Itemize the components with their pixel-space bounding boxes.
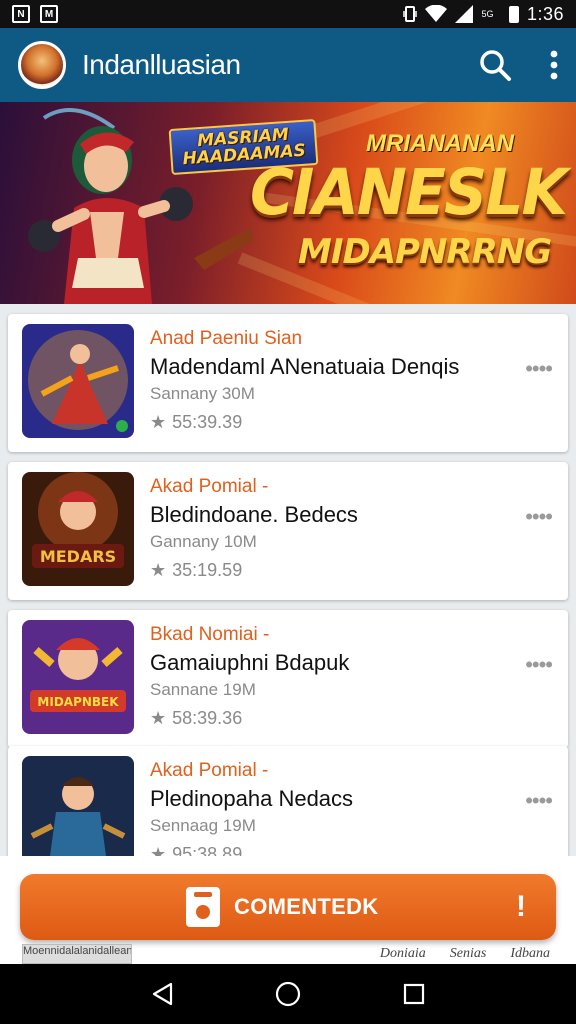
wifi-icon — [425, 5, 448, 22]
footer-logo: Moennidalalanidalleann — [22, 944, 132, 964]
notification-app-icon: N — [12, 5, 30, 23]
item-rating-row: ★ 55:39.39 — [150, 412, 242, 433]
star-icon: ★ — [150, 708, 167, 728]
game-thumbnail[interactable]: MEDARS — [22, 472, 134, 586]
footer-link[interactable]: Doniaia — [380, 946, 426, 962]
signal-icon — [455, 5, 474, 23]
vibrate-icon — [403, 6, 418, 22]
item-meta: Sannane 19M — [150, 680, 256, 699]
document-icon — [186, 887, 220, 927]
battery-icon — [508, 5, 519, 23]
thumb-text: MIDAPNBEK — [37, 695, 119, 709]
list-item[interactable]: MIDAPNBEK Bkad Nomiai - Gamaiuphni Bdapu… — [8, 610, 568, 748]
item-rating: 55:39.39 — [172, 412, 243, 432]
notification-app-icon: M — [40, 5, 58, 23]
network-label: 5G — [481, 8, 501, 19]
search-icon[interactable] — [478, 48, 512, 82]
item-kicker: Bkad Nomiai - — [150, 624, 270, 645]
item-kicker: Anad Paeniu Sian — [150, 328, 303, 349]
bottom-action-area: COMENTEDK ! Moennidalalanidalleann Donia… — [0, 856, 576, 964]
banner-tagline: MRIANANAN — [366, 130, 514, 157]
item-rating-row: ★ 35:19.59 — [150, 560, 242, 581]
star-icon: ★ — [150, 560, 167, 580]
item-kicker: Akad Pomial - — [150, 760, 269, 781]
game-thumbnail[interactable] — [22, 756, 134, 864]
status-bar: N M 5G 1:36 — [0, 0, 576, 28]
overflow-menu-icon[interactable] — [550, 50, 558, 80]
system-navigation-bar — [0, 964, 576, 1024]
item-title[interactable]: Gamaiuphni Bdapuk — [150, 650, 349, 676]
list-item[interactable]: Akad Pomial - Pledinopaha Nedacs Sennaag… — [8, 746, 568, 864]
game-thumbnail[interactable] — [22, 324, 134, 438]
item-title[interactable]: Bledindoane. Bedecs — [150, 502, 358, 528]
alert-icon: ! — [516, 890, 526, 923]
app-bar: Indanlluasian — [0, 28, 576, 102]
item-rating-row: ★ 58:39.36 — [150, 708, 242, 729]
banner-title: CIANESLK — [250, 156, 568, 230]
comment-button[interactable]: COMENTEDK ! — [20, 874, 556, 940]
item-meta: Gannany 10M — [150, 532, 257, 551]
recents-icon[interactable] — [403, 983, 425, 1005]
avatar[interactable] — [18, 41, 66, 89]
home-icon[interactable] — [275, 981, 301, 1007]
item-meta: Sennaag 19M — [150, 816, 256, 835]
item-meta: Sannany 30M — [150, 384, 255, 403]
more-options-icon[interactable]: •••• — [525, 356, 553, 382]
banner-subtitle: MIDAPNRRNG — [298, 232, 552, 272]
list-item[interactable]: MEDARS Akad Pomial - Bledindoane. Bedecs… — [8, 462, 568, 600]
app-title: Indanlluasian — [82, 49, 241, 80]
item-title[interactable]: Madendaml ANenatuaia Denqis — [150, 354, 459, 380]
game-thumbnail[interactable]: MIDAPNBEK — [22, 620, 134, 734]
item-rating: 58:39.36 — [172, 708, 243, 728]
thumb-text: MEDARS — [40, 547, 116, 566]
item-title[interactable]: Pledinopaha Nedacs — [150, 786, 353, 812]
clock: 1:36 — [526, 3, 564, 24]
footer-link[interactable]: Senias — [450, 946, 487, 962]
comment-button-label: COMENTEDK — [234, 894, 379, 919]
item-rating: 35:19.59 — [172, 560, 243, 580]
footer-link[interactable]: Idbana — [510, 946, 550, 962]
item-kicker: Akad Pomial - — [150, 476, 269, 497]
list-item[interactable]: Anad Paeniu Sian Madendaml ANenatuaia De… — [8, 314, 568, 452]
more-options-icon[interactable]: •••• — [525, 788, 553, 814]
game-list: Anad Paeniu Sian Madendaml ANenatuaia De… — [0, 304, 576, 864]
star-icon: ★ — [150, 412, 167, 432]
promo-banner[interactable]: MASRIAM HAADAAMAS MRIANANAN CIANESLK MID… — [0, 102, 576, 304]
more-options-icon[interactable]: •••• — [525, 504, 553, 530]
back-icon[interactable] — [151, 982, 173, 1006]
more-options-icon[interactable]: •••• — [525, 652, 553, 678]
